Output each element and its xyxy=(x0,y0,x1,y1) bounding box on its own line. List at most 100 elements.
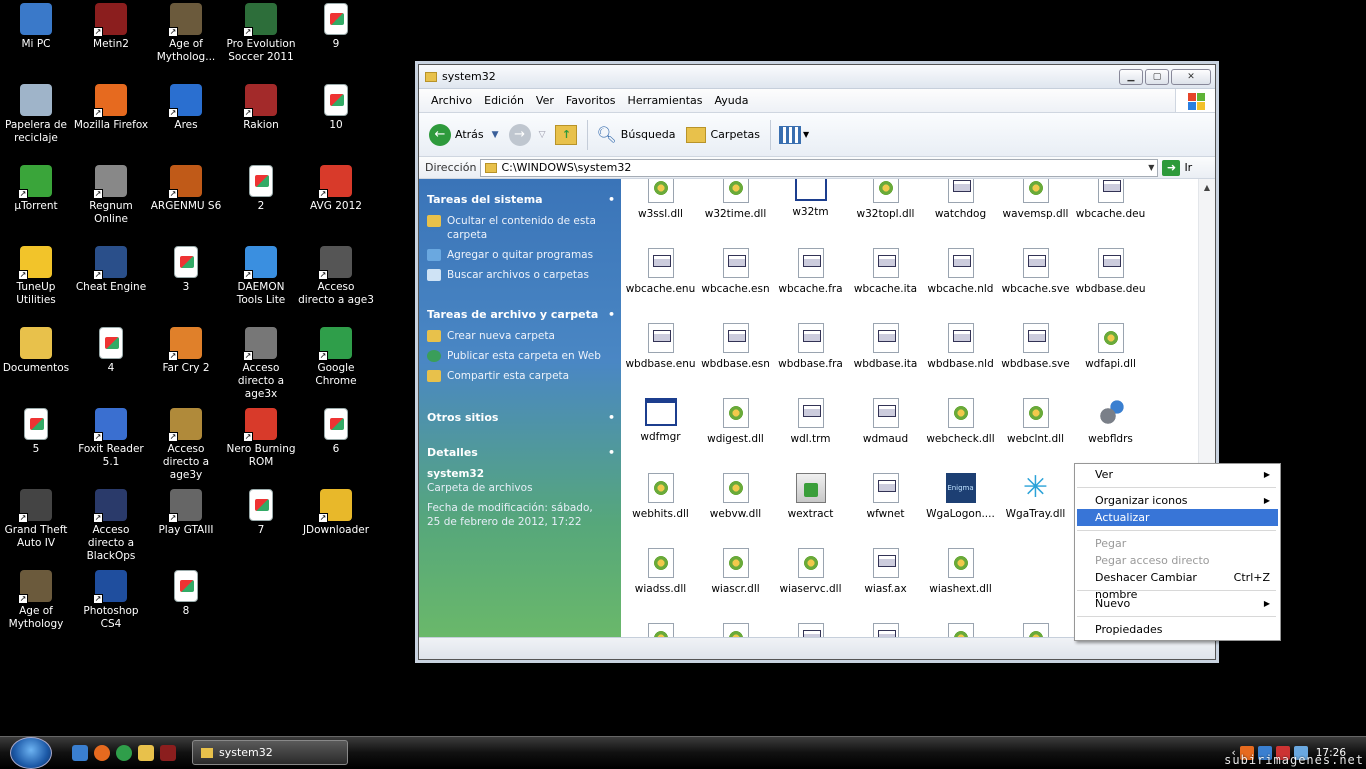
maximize-button[interactable]: ▢ xyxy=(1145,69,1169,85)
desktop-icon[interactable]: ↗Google Chrome xyxy=(298,327,374,388)
file-item[interactable]: webvw.dll xyxy=(698,473,773,520)
file-item[interactable]: wbdbase.ita xyxy=(848,323,923,370)
task-hide-contents[interactable]: Ocultar el contenido de esta carpeta xyxy=(427,214,615,242)
file-item[interactable]: wdfmgr xyxy=(623,398,698,443)
ie-icon[interactable] xyxy=(72,745,88,761)
file-item-partial[interactable] xyxy=(923,623,998,637)
desktop-icon[interactable]: ↗TuneUp Utilities xyxy=(0,246,74,307)
taskbar-item-system32[interactable]: system32 xyxy=(192,740,348,765)
ctx-undo-rename[interactable]: Deshacer Cambiar nombreCtrl+Z xyxy=(1077,569,1278,586)
title-bar[interactable]: system32 ▁ ▢ ✕ xyxy=(419,65,1215,89)
file-item[interactable]: wbcache.sve xyxy=(998,248,1073,295)
other-places-header[interactable]: Otros sitios • xyxy=(427,411,615,424)
address-input[interactable]: C:\WINDOWS\system32 ▼ xyxy=(480,159,1158,177)
file-item[interactable]: wbdbase.esn xyxy=(698,323,773,370)
desktop-icon[interactable]: ↗Cheat Engine xyxy=(73,246,149,294)
desktop-icon[interactable]: ↗Nero Burning ROM xyxy=(223,408,299,469)
task-new-folder[interactable]: Crear nueva carpeta xyxy=(427,329,615,343)
file-item-partial[interactable] xyxy=(998,623,1073,637)
menu-favoritos[interactable]: Favoritos xyxy=(560,94,622,107)
file-item[interactable]: w3ssl.dll xyxy=(623,179,698,220)
desktop-icon[interactable]: ↗Pro Evolution Soccer 2011 xyxy=(223,3,299,64)
menu-edicion[interactable]: Edición xyxy=(478,94,530,107)
file-item[interactable]: wiascr.dll xyxy=(698,548,773,595)
desktop-icon[interactable]: ↗Rakion xyxy=(223,84,299,132)
forward-button[interactable]: → ▽ xyxy=(509,124,546,146)
desktop-icon[interactable]: ↗ARGENMU S6 xyxy=(148,165,224,213)
file-item[interactable]: webclnt.dll xyxy=(998,398,1073,445)
ctx-properties[interactable]: Propiedades xyxy=(1077,621,1278,638)
desktop-icon[interactable]: ↗DAEMON Tools Lite xyxy=(223,246,299,307)
desktop-icon[interactable]: ↗µTorrent xyxy=(0,165,74,213)
ctx-paste[interactable]: Pegar xyxy=(1077,535,1278,552)
ctx-refresh[interactable]: Actualizar xyxy=(1077,509,1278,526)
desktop-icon[interactable]: ↗Age of Mytholog... xyxy=(148,3,224,64)
desktop-icon[interactable]: 4 xyxy=(73,327,149,375)
task-add-remove-programs[interactable]: Agregar o quitar programas xyxy=(427,248,615,262)
task-publish-web[interactable]: Publicar esta carpeta en Web xyxy=(427,349,615,363)
desktop-icon[interactable]: ↗Mozilla Firefox xyxy=(73,84,149,132)
back-button[interactable]: ← Atrás ▼ xyxy=(429,124,499,146)
ctx-arrange-icons[interactable]: Organizar iconos▶ xyxy=(1077,492,1278,509)
file-tasks-header[interactable]: Tareas de archivo y carpeta • xyxy=(427,308,615,321)
desktop-icon[interactable]: 8 xyxy=(148,570,224,618)
up-folder-button[interactable]: ↑ xyxy=(555,125,577,145)
scroll-up-arrow-icon[interactable]: ▲ xyxy=(1199,179,1215,196)
file-item[interactable]: w32tm xyxy=(773,179,848,218)
file-item-partial[interactable] xyxy=(623,623,698,637)
desktop-icon[interactable]: ↗AVG 2012 xyxy=(298,165,374,213)
menu-herramientas[interactable]: Herramientas xyxy=(622,94,709,107)
system-tasks-header[interactable]: Tareas del sistema • xyxy=(427,193,615,206)
file-item[interactable]: wbdbase.enu xyxy=(623,323,698,370)
file-item[interactable]: w32time.dll xyxy=(698,179,773,220)
file-item[interactable]: w32topl.dll xyxy=(848,179,923,220)
file-item[interactable]: wfwnet xyxy=(848,473,923,520)
desktop-icon[interactable]: ↗Photoshop CS4 xyxy=(73,570,149,631)
file-item[interactable]: wbdbase.deu xyxy=(1073,248,1148,295)
file-item[interactable]: wbdbase.fra xyxy=(773,323,848,370)
desktop-icon[interactable]: ↗Regnum Online xyxy=(73,165,149,226)
views-button[interactable]: ▼ xyxy=(779,126,809,144)
desktop-icon[interactable]: Mi PC xyxy=(0,3,74,51)
desktop-icon[interactable]: ↗Age of Mythology xyxy=(0,570,74,631)
file-item[interactable]: wbdbase.sve xyxy=(998,323,1073,370)
file-item-partial[interactable] xyxy=(698,623,773,637)
search-button[interactable]: 🔍︎ Búsqueda xyxy=(596,125,675,144)
desktop-icon[interactable]: ↗Grand Theft Auto IV xyxy=(0,489,74,550)
desktop-icon[interactable]: ↗JDownloader xyxy=(298,489,374,537)
file-item[interactable]: webcheck.dll xyxy=(923,398,998,445)
desktop-icon[interactable]: ↗Far Cry 2 xyxy=(148,327,224,375)
back-dropdown-icon[interactable]: ▼ xyxy=(492,130,499,140)
desktop-icon[interactable]: 2 xyxy=(223,165,299,213)
file-item[interactable]: wbcache.nld xyxy=(923,248,998,295)
details-header[interactable]: Detalles • xyxy=(427,446,615,459)
desktop-icon[interactable]: ↗Acceso directo a age3y xyxy=(148,408,224,482)
game-icon[interactable] xyxy=(160,745,176,761)
ctx-view[interactable]: Ver▶ xyxy=(1077,466,1278,483)
file-item-partial[interactable] xyxy=(773,623,848,637)
desktop-icon[interactable]: Documentos xyxy=(0,327,74,375)
task-search-files[interactable]: Buscar archivos o carpetas xyxy=(427,268,615,282)
ctx-paste-shortcut[interactable]: Pegar acceso directo xyxy=(1077,552,1278,569)
ctx-new[interactable]: Nuevo▶ xyxy=(1077,595,1278,612)
menu-archivo[interactable]: Archivo xyxy=(425,94,478,107)
desktop-icon[interactable]: ↗Acceso directo a age3 xyxy=(298,246,374,307)
desktop-icon[interactable]: 9 xyxy=(298,3,374,51)
file-item[interactable]: wiasf.ax xyxy=(848,548,923,595)
file-item[interactable]: wdmaud xyxy=(848,398,923,445)
go-button[interactable]: ➜ Ir xyxy=(1162,160,1192,176)
file-item[interactable]: watchdog xyxy=(923,179,998,220)
desktop-icon[interactable]: ↗Acceso directo a age3x xyxy=(223,327,299,401)
desktop-icon[interactable]: Papelera de reciclaje xyxy=(0,84,74,145)
file-item[interactable]: webhits.dll xyxy=(623,473,698,520)
desktop-icon[interactable]: 5 xyxy=(0,408,74,456)
menu-ver[interactable]: Ver xyxy=(530,94,560,107)
desktop-icon[interactable]: ↗Foxit Reader 5.1 xyxy=(73,408,149,469)
file-item[interactable]: wdfapi.dll xyxy=(1073,323,1148,370)
desktop-icon[interactable]: ↗Acceso directo a BlackOps xyxy=(73,489,149,563)
file-item[interactable]: wbcache.enu xyxy=(623,248,698,295)
desktop-icon[interactable]: 6 xyxy=(298,408,374,456)
desktop-icon[interactable]: ↗Ares xyxy=(148,84,224,132)
menu-ayuda[interactable]: Ayuda xyxy=(708,94,754,107)
minimize-button[interactable]: ▁ xyxy=(1119,69,1143,85)
